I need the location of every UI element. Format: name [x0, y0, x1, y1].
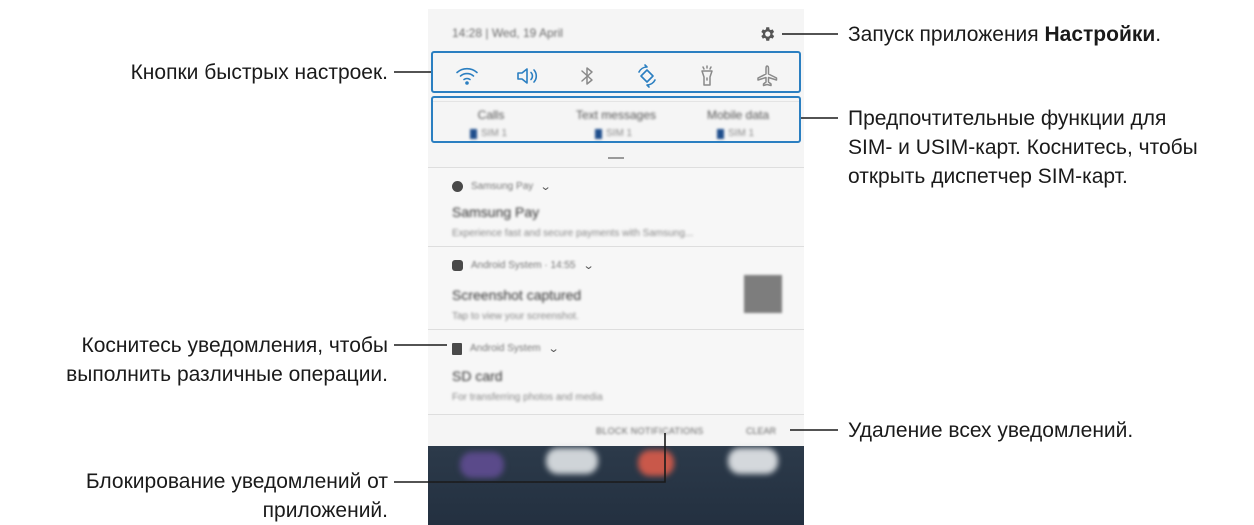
callout-block: Блокирование уведомлений от приложений.: [0, 467, 388, 525]
callout-settings-bold: Настройки: [1044, 23, 1156, 46]
callout-notification: Коснитесь уведомления, чтобы выполнить р…: [0, 331, 388, 389]
callout-notif-line: выполнить различные операции.: [66, 363, 388, 386]
callout-sim-line: SIM- и USIM-карт. Коснитесь, чтобы: [848, 136, 1198, 159]
callout-sim-preferences: Предпочтительные функции для SIM- и USIM…: [848, 104, 1198, 191]
callout-block-line: Блокирование уведомлений от: [85, 470, 388, 493]
callout-block-line: приложений.: [262, 499, 388, 522]
callout-notif-line: Коснитесь уведомления, чтобы: [81, 334, 388, 357]
leader-line-block: [394, 433, 666, 483]
callout-settings-prefix: Запуск приложения: [848, 23, 1045, 46]
callout-clear-all: Удаление всех уведомлений.: [848, 419, 1134, 442]
callout-quick-buttons: Кнопки быстрых настроек.: [130, 61, 388, 84]
callout-settings-suffix: .: [1155, 23, 1162, 46]
callout-sim-line: Предпочтительные функции для: [848, 107, 1167, 130]
callout-settings: Запуск приложения Настройки.: [848, 20, 1161, 49]
callout-sim-line: открыть диспетчер SIM-карт.: [848, 165, 1128, 188]
